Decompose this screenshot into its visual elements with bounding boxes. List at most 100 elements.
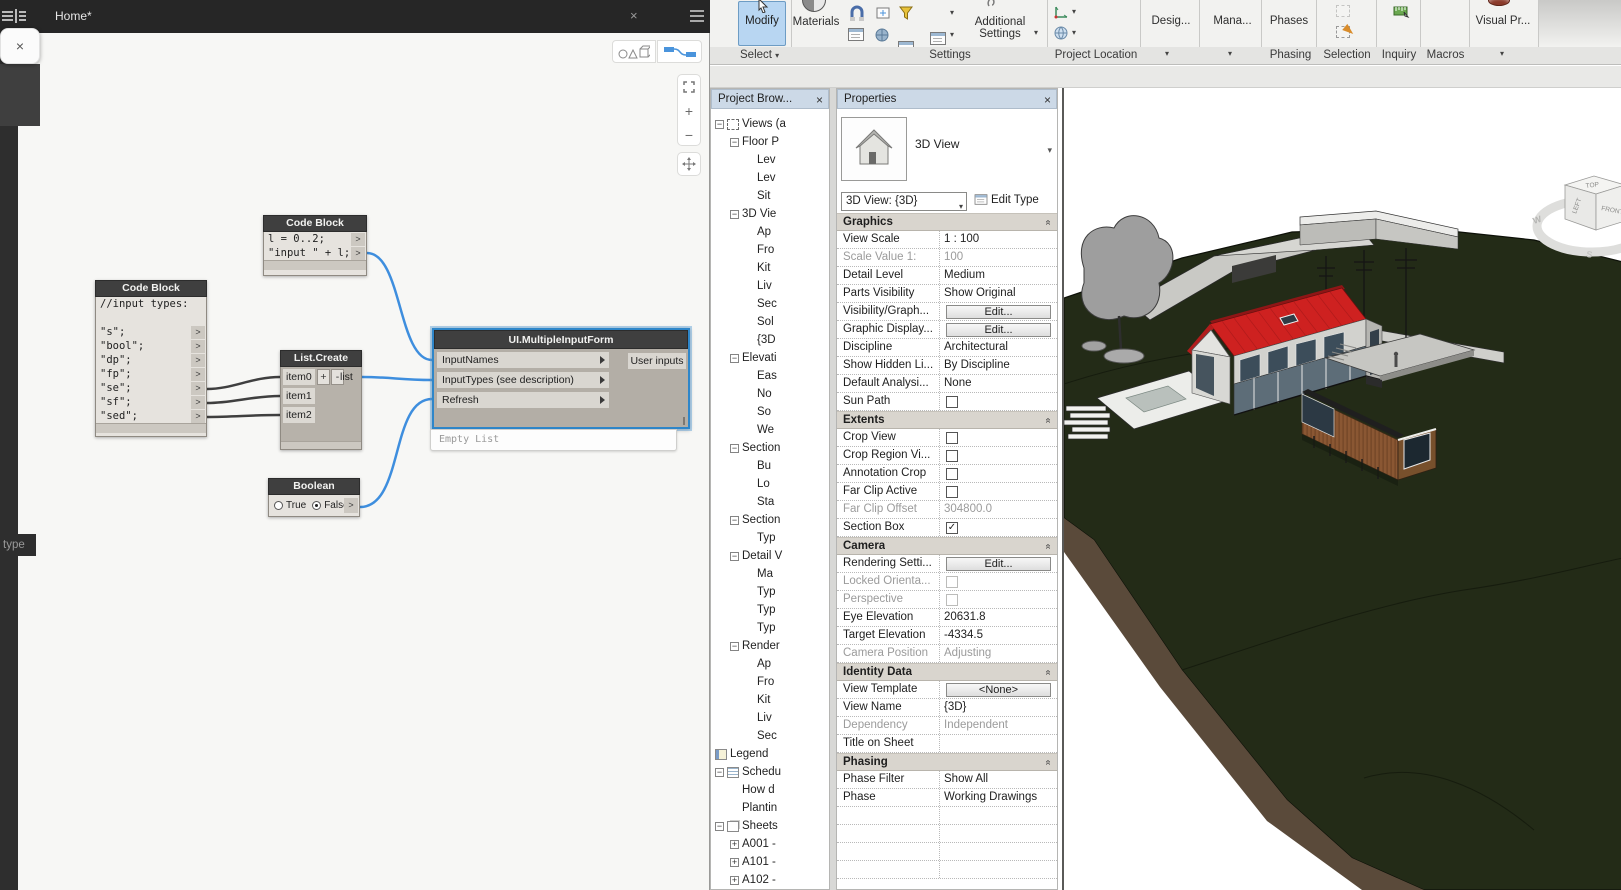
property-row[interactable]: Crop Region Vi... bbox=[837, 447, 1057, 465]
tree-item[interactable]: Kit bbox=[711, 259, 829, 277]
property-section-header[interactable]: Identity Data« bbox=[837, 663, 1057, 681]
property-checkbox[interactable] bbox=[946, 432, 958, 444]
tree-item[interactable]: Lev bbox=[711, 151, 829, 169]
property-checkbox[interactable] bbox=[946, 576, 958, 588]
tree-item[interactable]: Typ bbox=[711, 601, 829, 619]
node-preview-bubble[interactable]: Empty List bbox=[430, 429, 677, 451]
property-value[interactable]: 1 : 100 bbox=[939, 231, 1057, 248]
edit-selection-icon[interactable] bbox=[1336, 26, 1350, 38]
wire-list-to-inputtypes[interactable] bbox=[362, 377, 432, 380]
tree-item[interactable]: −Elevati bbox=[711, 349, 829, 367]
materials-icon[interactable] bbox=[802, 0, 826, 12]
tree-expand-toggle[interactable]: + bbox=[730, 840, 739, 849]
type-selector-combobox[interactable]: 3D View: {3D} ▾ bbox=[841, 192, 967, 211]
property-value[interactable] bbox=[939, 591, 1057, 608]
property-row[interactable]: Far Clip Offset304800.0 bbox=[837, 501, 1057, 519]
3d-viewport[interactable]: W S TOP LEFT FRONT bbox=[1062, 88, 1621, 890]
edit-type-button[interactable]: Edit Type bbox=[973, 193, 1039, 206]
property-checkbox[interactable] bbox=[946, 486, 958, 498]
tree-item[interactable]: −Section bbox=[711, 439, 829, 457]
visual-programming-group-dropdown[interactable]: ▾ bbox=[1500, 49, 1504, 58]
property-row[interactable]: Phase FilterShow All bbox=[837, 771, 1057, 789]
property-value[interactable] bbox=[939, 429, 1057, 446]
property-value[interactable] bbox=[939, 483, 1057, 500]
property-row[interactable]: Show Hidden Li...By Discipline bbox=[837, 357, 1057, 375]
property-row[interactable]: View Name{3D} bbox=[837, 699, 1057, 717]
code-block-node-range[interactable]: Code Block l = 0..2;>"input " + l;> bbox=[263, 215, 367, 276]
property-checkbox[interactable] bbox=[946, 468, 958, 480]
graph-view-toggle[interactable] bbox=[657, 40, 702, 63]
output-port[interactable]: > bbox=[191, 326, 205, 339]
pan-button[interactable] bbox=[677, 152, 701, 176]
shared-parameters-icon[interactable] bbox=[874, 27, 892, 45]
property-value[interactable]: Edit... bbox=[939, 303, 1057, 320]
output-port[interactable]: > bbox=[191, 368, 205, 381]
modify-button[interactable]: Modify bbox=[738, 1, 786, 46]
port-user-inputs[interactable]: User inputs bbox=[628, 353, 686, 369]
library-list-icon[interactable] bbox=[2, 9, 13, 23]
property-value[interactable]: Medium bbox=[939, 267, 1057, 284]
tree-item[interactable]: Eas bbox=[711, 367, 829, 385]
wire-types-to-item2[interactable] bbox=[207, 415, 280, 417]
project-browser-close-icon[interactable]: × bbox=[816, 91, 823, 109]
tree-item[interactable]: −Schedu bbox=[711, 763, 829, 781]
tree-item[interactable]: Typ bbox=[711, 619, 829, 637]
tree-expand-toggle[interactable]: − bbox=[730, 354, 739, 363]
node-resize-strip[interactable] bbox=[281, 441, 361, 449]
code-block-node-types[interactable]: Code Block //input types:"s";>"bool";>"d… bbox=[95, 280, 207, 437]
tree-item[interactable]: So bbox=[711, 403, 829, 421]
node-title[interactable]: UI.MultipleInputForm bbox=[434, 330, 688, 349]
port-bool-output[interactable]: > bbox=[344, 498, 358, 513]
output-port[interactable]: > bbox=[191, 382, 205, 395]
transfer-standards-icon[interactable] bbox=[930, 32, 946, 45]
tree-expand-toggle[interactable]: − bbox=[715, 822, 724, 831]
code-line[interactable]: "sed"; bbox=[96, 409, 206, 423]
tree-expand-toggle[interactable]: − bbox=[730, 138, 739, 147]
property-value[interactable]: 20631.8 bbox=[939, 609, 1057, 626]
property-value[interactable]: None bbox=[939, 375, 1057, 392]
property-row[interactable]: Eye Elevation20631.8 bbox=[837, 609, 1057, 627]
coordinates-dropdown-icon[interactable]: ▾ bbox=[1072, 7, 1076, 16]
tab-close-icon[interactable]: × bbox=[630, 8, 638, 23]
wire-types-to-item1[interactable] bbox=[207, 396, 280, 403]
boolean-node[interactable]: Boolean True False > bbox=[268, 478, 360, 517]
property-value[interactable]: Adjusting bbox=[939, 645, 1057, 662]
node-resize-strip[interactable] bbox=[264, 260, 366, 270]
workspace-tab[interactable]: Home* bbox=[55, 9, 92, 23]
additional-settings-button-line2[interactable]: Settings bbox=[968, 28, 1032, 40]
zoom-fit-button[interactable] bbox=[678, 75, 700, 99]
property-value[interactable]: {3D} bbox=[939, 699, 1057, 716]
wire-types-to-item0[interactable] bbox=[207, 377, 280, 389]
property-value[interactable]: 100 bbox=[939, 249, 1057, 266]
tree-item[interactable]: Sec bbox=[711, 295, 829, 313]
property-section-header[interactable]: Graphics« bbox=[837, 213, 1057, 231]
tree-item[interactable]: −Section bbox=[711, 511, 829, 529]
tree-item[interactable]: −Render bbox=[711, 637, 829, 655]
property-value[interactable] bbox=[939, 465, 1057, 482]
property-row[interactable]: Camera PositionAdjusting bbox=[837, 645, 1057, 663]
tree-item[interactable]: Bu bbox=[711, 457, 829, 475]
property-edit-button[interactable]: Edit... bbox=[946, 305, 1051, 319]
property-value[interactable]: 304800.0 bbox=[939, 501, 1057, 518]
property-checkbox[interactable] bbox=[946, 396, 958, 408]
property-checkbox[interactable]: ✓ bbox=[946, 522, 958, 534]
property-value[interactable] bbox=[939, 735, 1057, 752]
node-title[interactable]: Code Block bbox=[263, 215, 367, 232]
tree-item[interactable]: Ap bbox=[711, 223, 829, 241]
output-port[interactable]: > bbox=[191, 340, 205, 353]
properties-title[interactable]: Properties × bbox=[837, 89, 1057, 109]
property-row[interactable]: Section Box✓ bbox=[837, 519, 1057, 537]
property-value[interactable]: <None> bbox=[939, 681, 1057, 698]
tree-item[interactable]: +A102 - bbox=[711, 871, 829, 889]
property-checkbox[interactable] bbox=[946, 594, 958, 606]
property-row[interactable]: Visibility/Graph...Edit... bbox=[837, 303, 1057, 321]
code-line[interactable]: "bool"; bbox=[96, 339, 206, 353]
wire-bool-to-refresh[interactable] bbox=[360, 399, 432, 507]
tree-item[interactable]: Typ bbox=[711, 529, 829, 547]
tree-expand-toggle[interactable]: − bbox=[730, 642, 739, 651]
transfer-dropdown-icon[interactable]: ▾ bbox=[950, 8, 954, 17]
property-row[interactable]: Crop View bbox=[837, 429, 1057, 447]
visual-programming-button[interactable]: Visual Pr... bbox=[1472, 15, 1534, 27]
multiple-input-form-node[interactable]: UI.MultipleInputForm User inputs InputNa… bbox=[432, 328, 690, 429]
tree-item[interactable]: −3D Vie bbox=[711, 205, 829, 223]
